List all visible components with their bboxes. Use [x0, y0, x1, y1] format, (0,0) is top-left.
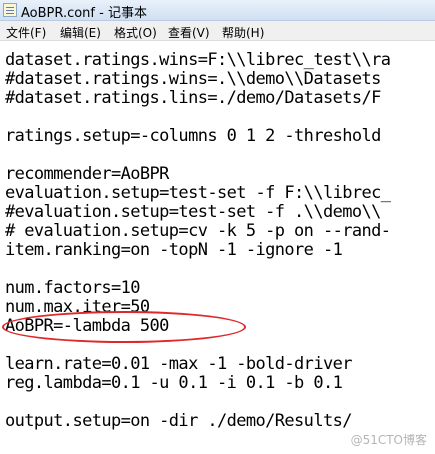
editor-line-11: item.ranking=on -topN -1 -ignore -1	[5, 240, 343, 260]
editor-line-17: learn.rate=0.01 -max -1 -bold-driver	[5, 354, 352, 374]
editor-line-10: # evaluation.setup=cv -k 5 -p on --rand-	[5, 221, 391, 241]
editor-line-8: evaluation.setup=test-set -f F:\\librec_	[5, 183, 391, 203]
menu-bar: 文件(F) 编辑(E) 格式(O) 查看(V) 帮助(H)	[0, 21, 435, 41]
editor-line-13: num.factors=10	[5, 278, 140, 298]
watermark: @51CTO博客	[350, 433, 427, 447]
window-title: AoBPR.conf - 记事本	[21, 6, 147, 21]
menu-edit[interactable]: 编辑(E)	[60, 24, 101, 41]
notepad-icon	[3, 3, 17, 17]
highlight-ellipse	[2, 311, 246, 343]
editor-line-3: #dataset.ratings.lins=./demo/Datasets/F	[5, 88, 381, 108]
editor-line-5: ratings.setup=-columns 0 1 2 -threshold	[5, 126, 381, 146]
editor-line-1: dataset.ratings.wins=F:\\librec_test\\ra	[5, 50, 391, 70]
editor-line-20: output.setup=on -dir ./demo/Results/	[5, 411, 352, 431]
menu-file[interactable]: 文件(F)	[6, 24, 46, 41]
menu-format[interactable]: 格式(O)	[114, 24, 157, 41]
menu-view[interactable]: 查看(V)	[168, 24, 210, 41]
title-bar: AoBPR.conf - 记事本	[0, 0, 435, 21]
editor-line-7: recommender=AoBPR	[5, 164, 169, 184]
editor-line-9: #evaluation.setup=test-set -f .\\demo\\	[5, 202, 381, 222]
text-editor[interactable]: dataset.ratings.wins=F:\\librec_test\\ra…	[0, 41, 435, 454]
editor-line-2: #dataset.ratings.wins=.\\demo\\Datasets	[5, 69, 381, 89]
menu-help[interactable]: 帮助(H)	[222, 24, 264, 41]
editor-line-18: reg.lambda=0.1 -u 0.1 -i 0.1 -b 0.1	[5, 373, 343, 393]
